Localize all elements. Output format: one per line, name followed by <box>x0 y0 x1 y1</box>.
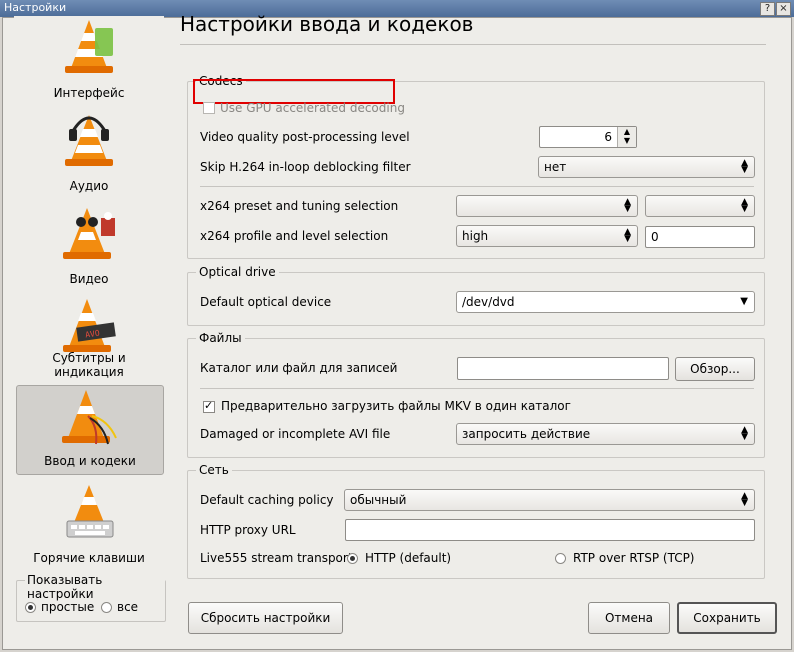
sidebar-item-label: Аудио <box>69 179 109 193</box>
updown-arrows-icon: ▲ ▼ <box>741 425 748 442</box>
record-dir-input[interactable] <box>457 357 669 380</box>
show-simple-label: простые <box>41 600 95 614</box>
quality-spinbox[interactable]: 6 ▲ ▼ <box>539 126 637 148</box>
gpu-decoding-label: Use GPU accelerated decoding <box>220 101 405 115</box>
sidebar-item-hotkeys[interactable]: Горячие клавиши <box>16 481 162 571</box>
cancel-button[interactable]: Отмена <box>588 602 670 634</box>
transport-http-label: HTTP (default) <box>365 551 452 565</box>
spin-arrows-icon[interactable]: ▲ ▼ <box>617 127 636 147</box>
optical-device-value: /dev/dvd <box>462 295 515 309</box>
gpu-decoding-checkbox[interactable] <box>203 102 215 114</box>
optical-device-label: Default optical device <box>200 295 332 309</box>
vlc-cone-cables-icon <box>62 390 117 445</box>
stream-transport-label: Live555 stream transport <box>200 551 353 565</box>
files-separator <box>200 388 754 389</box>
record-dir-label: Каталог или файл для записей <box>200 361 398 375</box>
files-group-title: Файлы <box>196 331 245 345</box>
vlc-cone-interface-icon <box>65 20 113 73</box>
sidebar-item-label: Субтитры и индикация <box>52 351 126 379</box>
avi-repair-select[interactable]: запросить действие ▲ ▼ <box>456 423 755 445</box>
avi-repair-label: Damaged or incomplete AVI file <box>200 427 391 441</box>
checkmark-icon: ✓ <box>204 399 214 412</box>
reset-button-label: Сбросить настройки <box>200 611 331 625</box>
x264-preset-select[interactable]: ▲ ▼ <box>456 195 638 217</box>
quality-label: Video quality post-processing level <box>200 130 410 144</box>
sidebar-item-interface[interactable]: Интерфейс <box>16 16 162 106</box>
vlc-cone-headphones-icon <box>65 115 113 166</box>
save-button-label: Сохранить <box>693 611 761 625</box>
chevron-down-icon[interactable]: ▼ <box>740 296 748 307</box>
x264-preset-label: x264 preset and tuning selection <box>200 199 399 213</box>
optical-device-select[interactable]: /dev/dvd ▼ <box>456 291 755 313</box>
cancel-button-label: Отмена <box>604 611 654 625</box>
skip-deblocking-select[interactable]: нет ▲ ▼ <box>538 156 755 178</box>
sidebar-item-label: Горячие клавиши <box>33 551 145 565</box>
network-group-title: Сеть <box>196 463 232 477</box>
sidebar-item-label: Ввод и кодеки <box>44 454 136 468</box>
sidebar-item-video[interactable]: Видео <box>16 202 162 292</box>
updown-arrows-icon: ▲ ▼ <box>741 158 748 175</box>
reset-preferences-button[interactable]: Сбросить настройки <box>188 602 343 634</box>
caching-policy-value: обычный <box>350 493 407 507</box>
optical-drive-group-title: Optical drive <box>196 265 279 279</box>
heading-divider <box>180 44 766 45</box>
close-icon[interactable]: × <box>776 2 791 16</box>
browse-button[interactable]: Обзор... <box>675 357 755 381</box>
sidebar-item-input-codecs[interactable]: Ввод и кодеки <box>16 385 164 475</box>
http-proxy-label: HTTP proxy URL <box>200 523 296 537</box>
page-title: Настройки ввода и кодеков <box>180 12 474 36</box>
x264-profile-label: x264 profile and level selection <box>200 229 389 243</box>
mkv-preload-label: Предварительно загрузить файлы MKV в оди… <box>221 399 571 413</box>
x264-tuning-select[interactable]: ▲ ▼ <box>645 195 755 217</box>
show-simple-radio[interactable] <box>25 602 36 613</box>
vlc-cone-glasses-icon <box>63 208 115 259</box>
vlc-cone-subtitles-icon: AVO <box>63 299 116 352</box>
updown-arrows-icon: ▲ ▼ <box>741 197 748 214</box>
x264-profile-select[interactable]: high ▲ ▼ <box>456 225 638 247</box>
x264-profile-value: high <box>462 229 489 243</box>
http-proxy-input[interactable] <box>345 519 755 541</box>
avi-repair-value: запросить действие <box>462 427 591 441</box>
show-all-label: все <box>117 600 139 614</box>
caching-policy-select[interactable]: обычный ▲ ▼ <box>344 489 755 511</box>
updown-arrows-icon: ▲ ▼ <box>624 197 631 214</box>
updown-arrows-icon: ▲ ▼ <box>741 491 748 508</box>
skip-deblocking-value: нет <box>544 160 567 174</box>
x264-level-value: 0 <box>651 230 659 244</box>
save-button[interactable]: Сохранить <box>677 602 777 634</box>
codecs-separator <box>200 186 754 187</box>
x264-level-input[interactable]: 0 <box>645 226 755 248</box>
transport-http-radio[interactable] <box>347 553 358 564</box>
sidebar-item-subtitles[interactable]: AVO Субтитры и индикация <box>16 295 162 385</box>
caching-policy-label: Default caching policy <box>200 493 334 507</box>
sidebar-item-label: Интерфейс <box>53 86 125 100</box>
transport-rtp-radio[interactable] <box>555 553 566 564</box>
vlc-cone-keyboard-icon <box>66 485 114 538</box>
category-sidebar: Интерфейс Аудио Видео AVO Субтитры и инд… <box>14 16 164 576</box>
show-settings-group: Показывать настройки простые все <box>16 573 166 622</box>
sidebar-item-label: Видео <box>69 272 109 286</box>
show-settings-legend: Показывать настройки <box>25 573 165 601</box>
updown-arrows-icon: ▲ ▼ <box>624 227 631 244</box>
window-title: Настройки <box>4 1 67 14</box>
help-icon[interactable]: ? <box>760 2 775 16</box>
show-all-radio[interactable] <box>101 602 112 613</box>
quality-value: 6 <box>604 130 612 144</box>
sidebar-item-audio[interactable]: Аудио <box>16 109 162 199</box>
skip-deblocking-label: Skip H.264 in-loop deblocking filter <box>200 160 411 174</box>
transport-rtp-label: RTP over RTSP (TCP) <box>573 551 695 565</box>
mkv-preload-checkbox[interactable]: ✓ <box>203 399 215 413</box>
